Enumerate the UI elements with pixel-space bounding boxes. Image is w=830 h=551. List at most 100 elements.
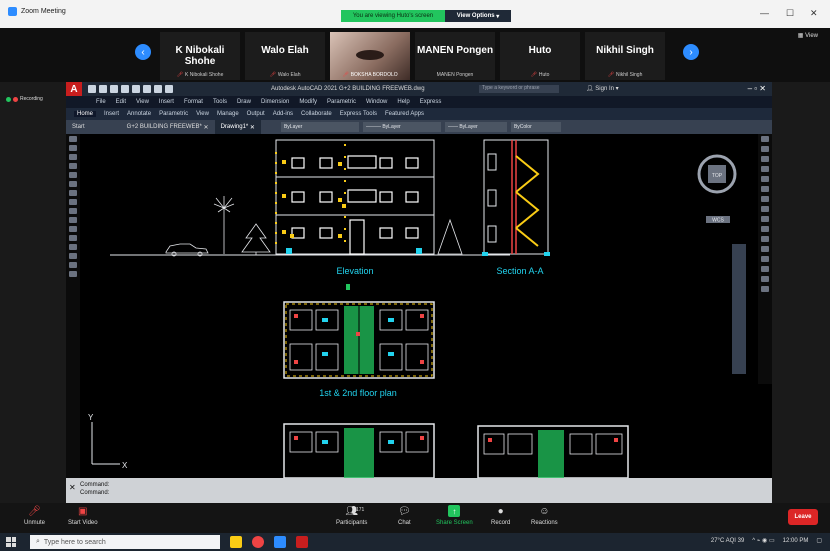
notifications-icon[interactable]: ▢ — [816, 537, 822, 544]
copy-tool-icon[interactable] — [761, 146, 769, 152]
taskbar-search-input[interactable]: ⌕ Type here to search — [30, 535, 220, 549]
minimize-icon[interactable]: — — [760, 8, 769, 18]
linetype-dropdown[interactable]: ——— ByLayer — [362, 122, 441, 132]
weather-status[interactable]: 27°C AQI 39 — [711, 538, 744, 544]
menu-item[interactable]: Format — [184, 99, 203, 105]
sign-in-button[interactable]: 👤︎ Sign In ▾ — [586, 85, 619, 92]
move-tool-icon[interactable] — [761, 186, 769, 192]
participant-tile[interactable]: MANEN Pongen MANEN Pongen — [415, 32, 495, 80]
autocad-taskbar-icon[interactable] — [296, 536, 308, 548]
menu-item[interactable]: Modify — [299, 99, 317, 105]
color-dropdown[interactable]: ByColor — [510, 122, 561, 132]
ellipse-tool-icon[interactable] — [69, 199, 77, 205]
leave-button[interactable]: Leave — [788, 509, 818, 525]
tab-manage[interactable]: Manage — [217, 111, 239, 117]
offset-tool-icon[interactable] — [761, 166, 769, 172]
participant-video-tile[interactable]: 🎤︎ BOKSHA BORDOLO — [330, 32, 410, 80]
tab-start[interactable]: Start — [66, 120, 91, 134]
join-tool-icon[interactable] — [761, 256, 769, 262]
plot-icon[interactable] — [132, 85, 140, 93]
file-explorer-icon[interactable] — [230, 536, 242, 548]
autocad-window-controls[interactable]: – ▫ ✕ — [748, 84, 766, 93]
tab-view[interactable]: View — [196, 111, 209, 117]
autocad-logo-icon[interactable]: A — [66, 82, 82, 96]
spline-tool-icon[interactable] — [69, 190, 77, 196]
undo-icon[interactable] — [143, 85, 151, 93]
next-participants-icon[interactable]: › — [683, 44, 699, 60]
menu-item[interactable]: Parametric — [327, 99, 356, 105]
stretch-tool-icon[interactable] — [761, 216, 769, 222]
arc-tool-icon[interactable] — [69, 163, 77, 169]
tab-home[interactable]: Home — [74, 111, 97, 117]
tab-drawing1[interactable]: Drawing1* ✕ — [214, 120, 261, 134]
tab-addins[interactable]: Add-ins — [273, 111, 293, 117]
windows-start-icon[interactable] — [6, 537, 16, 547]
chrome-icon[interactable] — [252, 536, 264, 548]
close-command-icon[interactable]: ✕ — [69, 484, 76, 492]
tab-building-file[interactable]: G+2 BUILDING FREEWEB* ✕ — [121, 120, 215, 134]
chat-button[interactable]: 💬︎ Chat — [398, 505, 411, 527]
menu-item[interactable]: Edit — [116, 99, 126, 105]
polyline-tool-icon[interactable] — [69, 145, 77, 151]
circle-tool-icon[interactable] — [69, 154, 77, 160]
array-tool-icon[interactable] — [761, 176, 769, 182]
unmute-button[interactable]: 🎤︎ Unmute — [24, 505, 45, 527]
fillet-tool-icon[interactable] — [761, 276, 769, 282]
text-tool-icon[interactable] — [69, 262, 77, 268]
hatch-tool-icon[interactable] — [69, 226, 77, 232]
tab-collaborate[interactable]: Collaborate — [301, 111, 332, 117]
drawing-canvas[interactable]: Elevation Section A-A 1st & 2nd floor pl… — [80, 134, 758, 478]
tab-insert[interactable]: Insert — [104, 111, 119, 117]
trim-tool-icon[interactable] — [761, 226, 769, 232]
maximize-icon[interactable]: ☐ — [786, 8, 794, 19]
chamfer-tool-icon[interactable] — [761, 266, 769, 272]
save-icon[interactable] — [110, 85, 118, 93]
polygon-tool-icon[interactable] — [69, 181, 77, 187]
new-icon[interactable] — [88, 85, 96, 93]
share-screen-button[interactable]: ↑ Share Screen — [436, 505, 473, 526]
participant-tile[interactable]: Walo Elah 🎤︎ Walo Elah — [245, 32, 325, 80]
rectangle-tool-icon[interactable] — [69, 172, 77, 178]
command-line[interactable]: ✕ Command: Command: — [66, 478, 772, 503]
menu-item[interactable]: Help — [397, 99, 409, 105]
saveas-icon[interactable] — [121, 85, 129, 93]
tab-featured-apps[interactable]: Featured Apps — [385, 111, 424, 117]
gradient-tool-icon[interactable] — [69, 235, 77, 241]
explode-tool-icon[interactable] — [761, 286, 769, 292]
break-tool-icon[interactable] — [761, 246, 769, 252]
menu-item[interactable]: Window — [366, 99, 387, 105]
zoom-taskbar-icon[interactable] — [274, 536, 286, 548]
keyword-search-input[interactable]: Type a keyword or phrase — [479, 85, 559, 93]
layer-dropdown[interactable]: ByLayer — [280, 122, 359, 132]
add-selected-icon[interactable] — [69, 271, 77, 277]
menu-item[interactable]: Tools — [213, 99, 227, 105]
participant-tile[interactable]: K Nibokali Shohe 🎤︎ K Nibokali Shohe — [160, 32, 240, 80]
start-video-button[interactable]: ▣ Start Video — [68, 505, 98, 527]
prev-participants-icon[interactable]: ‹ — [135, 44, 151, 60]
point-tool-icon[interactable] — [69, 217, 77, 223]
scale-tool-icon[interactable] — [761, 206, 769, 212]
open-icon[interactable] — [99, 85, 107, 93]
close-icon[interactable]: ✕ — [810, 8, 818, 19]
insert-block-icon[interactable] — [69, 208, 77, 214]
lineweight-dropdown[interactable]: —— ByLayer — [444, 122, 507, 132]
view-options-button[interactable]: View Options ▾ — [445, 10, 511, 22]
clock[interactable]: 12:00 PM — [783, 538, 809, 544]
menu-item[interactable]: Express — [420, 99, 442, 105]
menu-item[interactable]: File — [96, 99, 106, 105]
record-button[interactable]: ● Record — [491, 505, 510, 527]
rotate-tool-icon[interactable] — [761, 196, 769, 202]
extend-tool-icon[interactable] — [761, 236, 769, 242]
participant-tile[interactable]: Huto 🎤︎ Huto — [500, 32, 580, 80]
menu-item[interactable]: Insert — [159, 99, 174, 105]
redo-icon[interactable] — [154, 85, 162, 93]
line-tool-icon[interactable] — [69, 136, 77, 142]
command-input[interactable]: Command: — [80, 489, 772, 497]
erase-tool-icon[interactable] — [761, 136, 769, 142]
mirror-tool-icon[interactable] — [761, 156, 769, 162]
menu-item[interactable]: Draw — [237, 99, 251, 105]
reactions-button[interactable]: ☺ Reactions — [531, 505, 558, 527]
table-tool-icon[interactable] — [69, 253, 77, 259]
tab-express-tools[interactable]: Express Tools — [340, 111, 377, 117]
share-icon[interactable] — [165, 85, 173, 93]
